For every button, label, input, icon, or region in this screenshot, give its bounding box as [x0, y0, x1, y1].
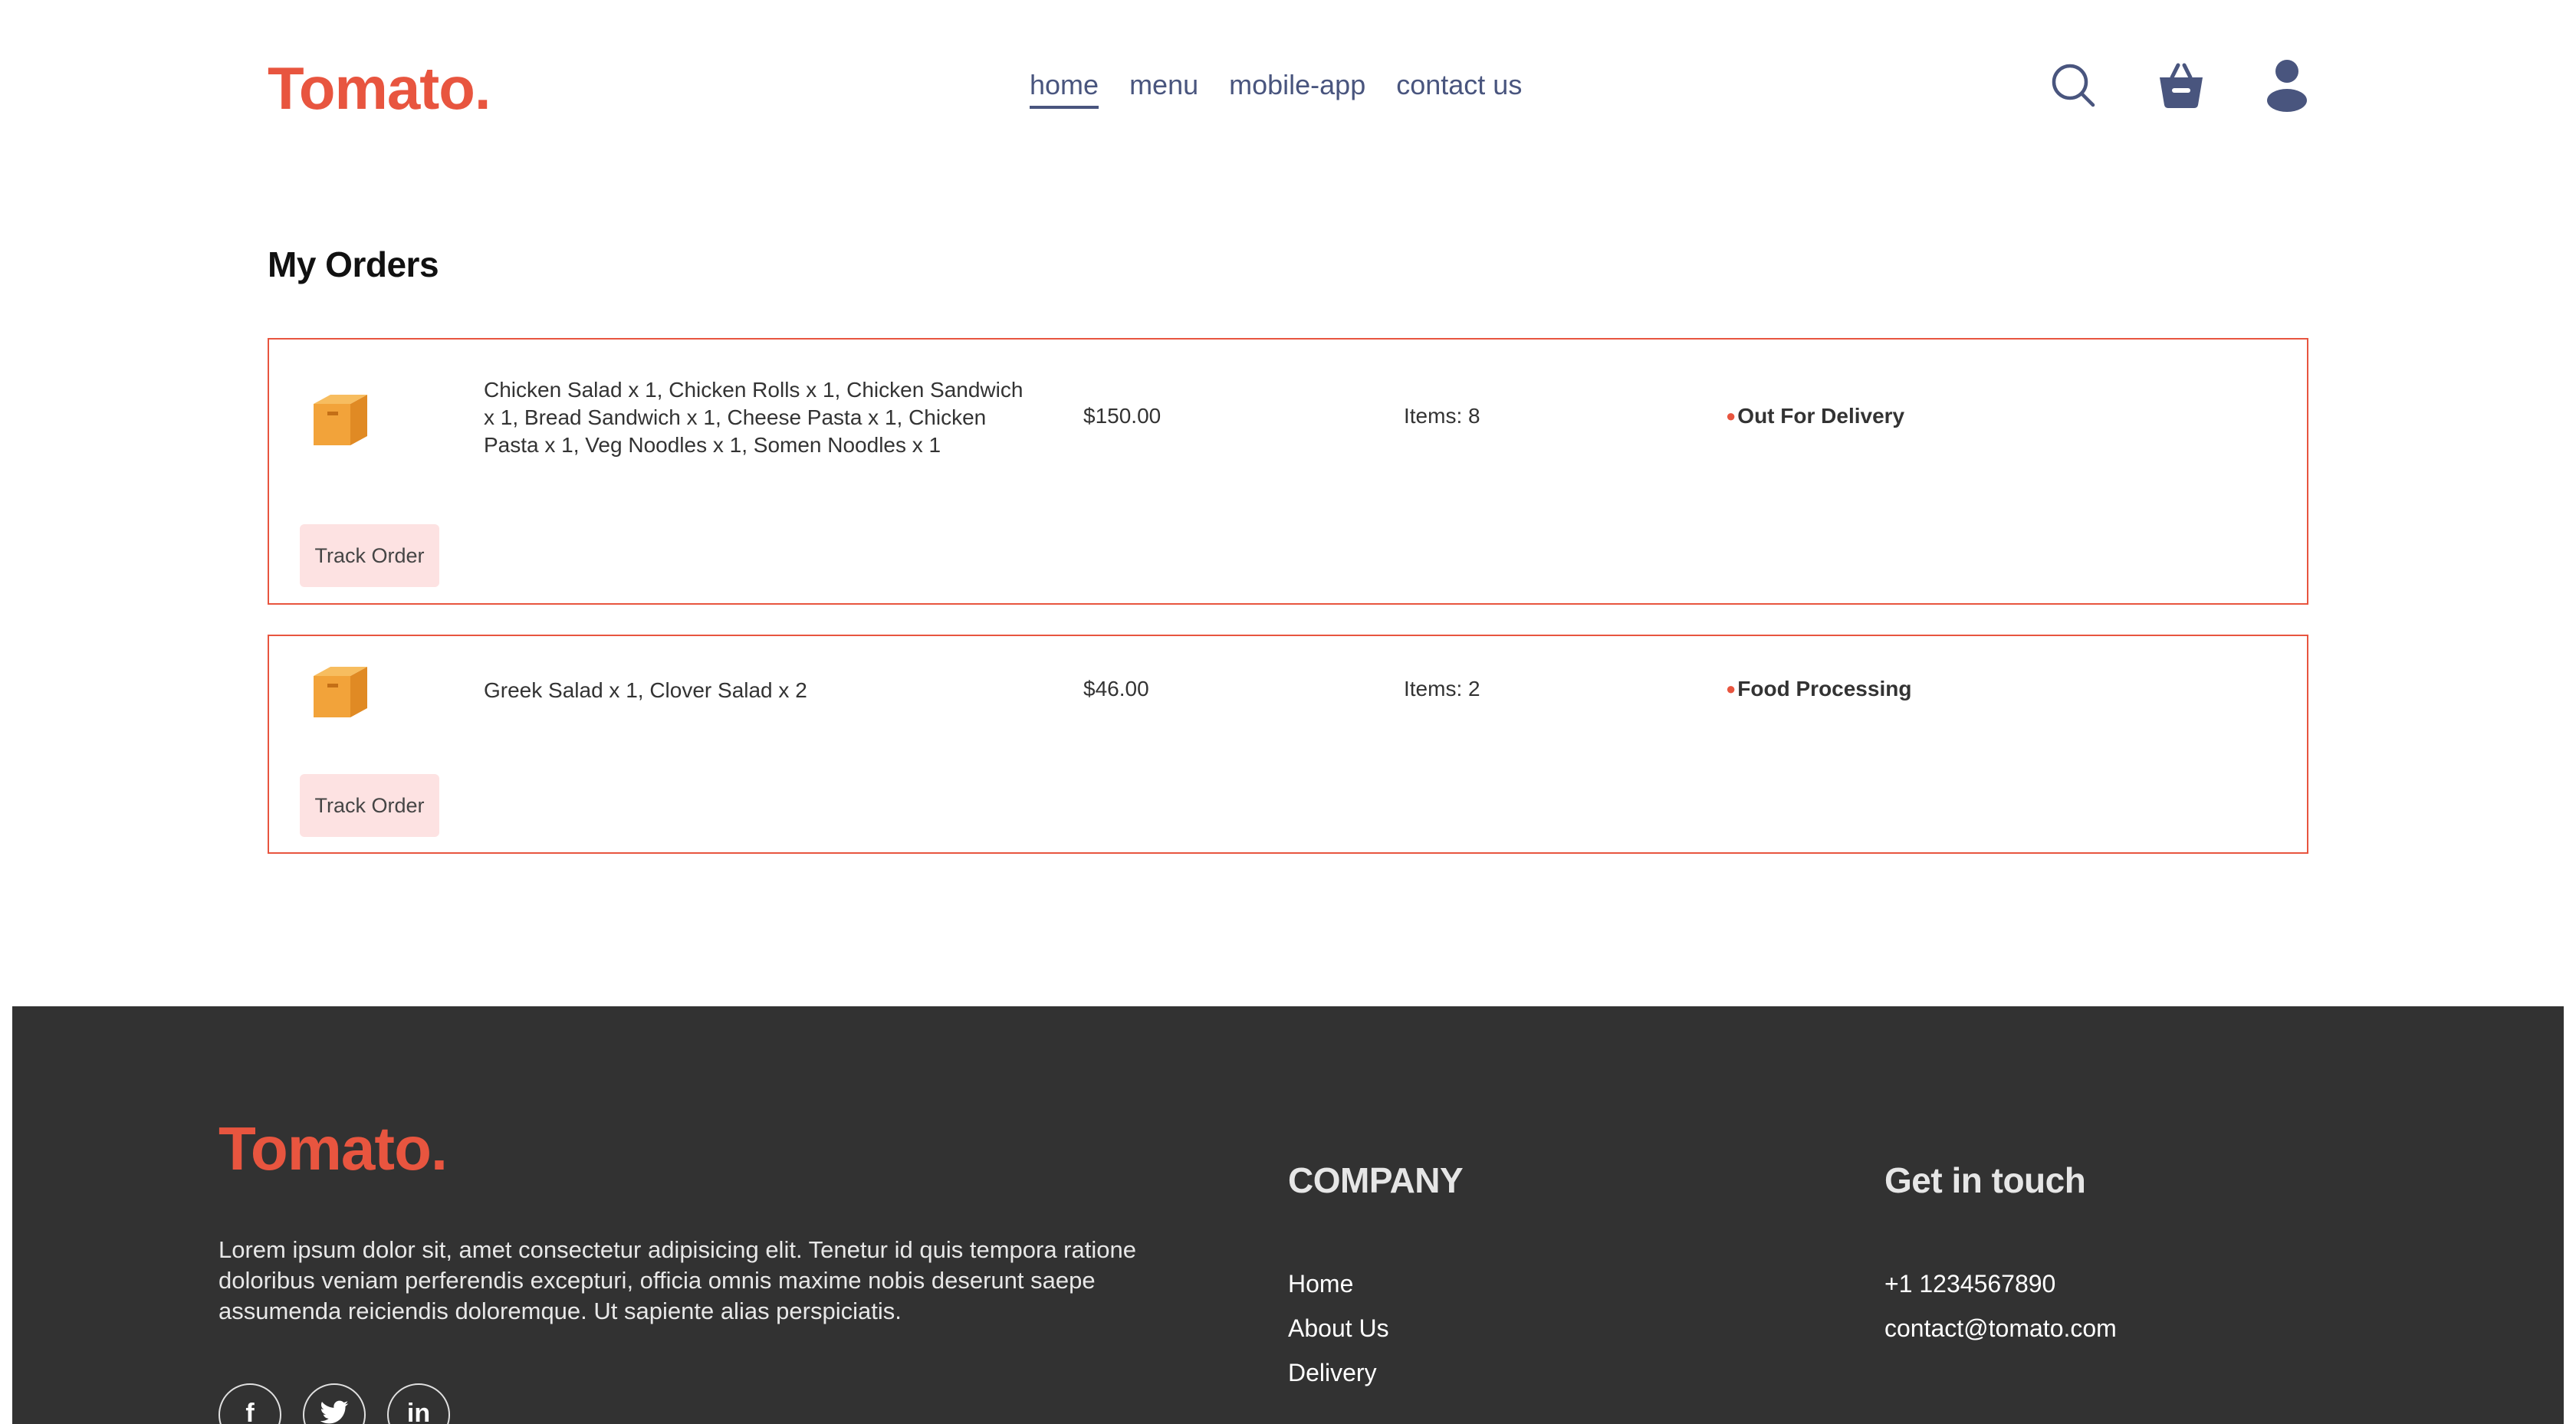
footer-logo: Tomato.	[219, 1114, 448, 1183]
nav-item-mobile-app[interactable]: mobile-app	[1229, 69, 1365, 109]
order-item-count: Items: 2	[1404, 677, 1480, 701]
order-items: Chicken Salad x 1, Chicken Rolls x 1, Ch…	[484, 378, 1024, 457]
footer-company-heading: COMPANY	[1288, 1160, 1464, 1200]
linkedin-icon[interactable]: in	[387, 1383, 450, 1424]
twitter-icon[interactable]	[303, 1383, 366, 1424]
nav-actions	[2049, 58, 2308, 112]
order-card: Chicken Salad x 1, Chicken Rolls x 1, Ch…	[268, 338, 2308, 605]
footer-link-home[interactable]: Home	[1288, 1270, 1463, 1298]
order-status: ● Food Processing	[1726, 677, 1911, 701]
parcel-icon	[309, 659, 370, 720]
social-links: f in	[219, 1383, 450, 1424]
profile-icon[interactable]	[2266, 58, 2308, 112]
footer-contact-heading: Get in touch	[1884, 1160, 2086, 1200]
order-item-count: Items: 8	[1404, 404, 1480, 428]
order-amount: $46.00	[1083, 677, 1149, 701]
order-status-label: Food Processing	[1737, 677, 1912, 701]
footer-contact-column: Get in touch +1 1234567890 contact@tomat…	[1884, 1160, 2117, 1359]
footer-company-links: Home About Us Delivery	[1288, 1270, 1463, 1387]
footer-email: contact@tomato.com	[1884, 1314, 2117, 1342]
track-order-button[interactable]: Track Order	[300, 524, 439, 587]
status-dot-icon: ●	[1726, 406, 1737, 425]
logo[interactable]: Tomato.	[268, 54, 491, 123]
order-card: Greek Salad x 1, Clover Salad x 2 $46.00…	[268, 635, 2308, 854]
order-amount: $150.00	[1083, 404, 1162, 428]
footer-link-delivery[interactable]: Delivery	[1288, 1359, 1463, 1387]
footer-description: Lorem ipsum dolor sit, amet consectetur …	[219, 1236, 1136, 1324]
basket-icon[interactable]	[2157, 58, 2206, 112]
nav-item-contact-us[interactable]: contact us	[1396, 69, 1522, 109]
footer-company-column: COMPANY Home About Us Delivery	[1288, 1160, 1464, 1403]
navbar: Tomato. home menu mobile-app contact us	[268, 46, 2308, 130]
footer-link-about-us[interactable]: About Us	[1288, 1314, 1463, 1343]
status-dot-icon: ●	[1726, 679, 1737, 698]
search-icon[interactable]	[2049, 58, 2097, 112]
my-orders-section: My Orders Chicken Salad x 1, Chicken Rol…	[268, 244, 2308, 854]
order-items: Greek Salad x 1, Clover Salad x 2	[484, 678, 807, 702]
footer: Tomato. Lorem ipsum dolor sit, amet cons…	[12, 1006, 2564, 1424]
order-status: ● Out For Delivery	[1726, 404, 1904, 428]
parcel-icon	[309, 387, 370, 448]
nav-item-home[interactable]: home	[1030, 69, 1099, 109]
facebook-icon[interactable]: f	[219, 1383, 281, 1424]
nav-menu: home menu mobile-app contact us	[1030, 69, 1522, 109]
footer-contact-list: +1 1234567890 contact@tomato.com	[1884, 1270, 2117, 1343]
page-title: My Orders	[268, 244, 439, 284]
order-status-label: Out For Delivery	[1737, 404, 1905, 428]
nav-item-menu[interactable]: menu	[1129, 69, 1198, 109]
track-order-button[interactable]: Track Order	[300, 774, 439, 837]
footer-phone: +1 1234567890	[1884, 1270, 2056, 1298]
